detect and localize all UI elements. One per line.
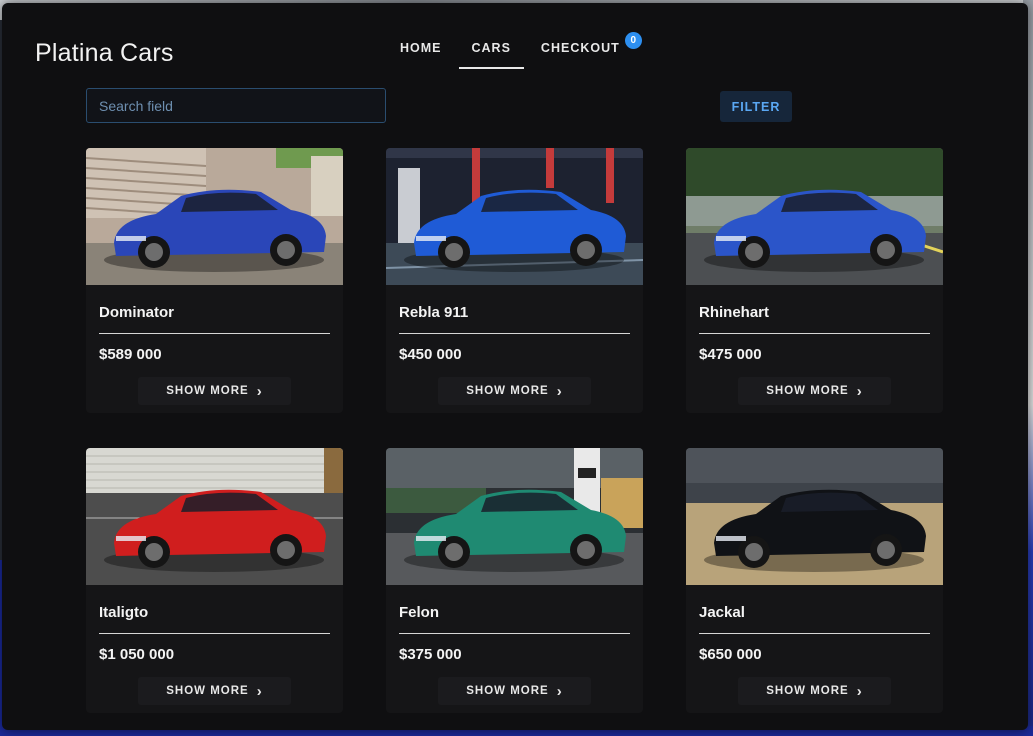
- filter-button[interactable]: FILTER: [720, 91, 792, 122]
- car-card: Dominator $589 000 SHOW MORE ›: [86, 148, 343, 413]
- show-more-button[interactable]: SHOW MORE ›: [138, 677, 291, 705]
- show-more-button[interactable]: SHOW MORE ›: [138, 377, 291, 405]
- car-card: Felon $375 000 SHOW MORE ›: [386, 448, 643, 713]
- card-divider: [699, 633, 930, 634]
- car-image: [86, 148, 343, 285]
- show-more-button[interactable]: SHOW MORE ›: [438, 677, 591, 705]
- car-image: [686, 148, 943, 285]
- chevron-right-icon: ›: [556, 382, 563, 400]
- show-more-label: SHOW MORE: [766, 685, 849, 697]
- car-image: [386, 448, 643, 585]
- chevron-right-icon: ›: [856, 382, 863, 400]
- car-name: Jackal: [699, 604, 745, 621]
- car-price: $450 000: [399, 346, 462, 363]
- car-image: [86, 448, 343, 585]
- car-image: [386, 148, 643, 285]
- app-window: Platina Cars HOME CARS CHECKOUT 0 FILTER…: [2, 3, 1028, 730]
- car-price: $650 000: [699, 646, 762, 663]
- car-name: Felon: [399, 604, 439, 621]
- nav-checkout-label: CHECKOUT: [540, 41, 620, 55]
- top-nav: HOME CARS CHECKOUT 0: [387, 32, 642, 69]
- car-card: Italigto $1 050 000 SHOW MORE ›: [86, 448, 343, 713]
- chevron-right-icon: ›: [256, 682, 263, 700]
- nav-cars[interactable]: CARS: [458, 41, 525, 69]
- car-name: Italigto: [99, 604, 149, 621]
- car-card: Rebla 911 $450 000 SHOW MORE ›: [386, 148, 643, 413]
- car-card: Jackal $650 000 SHOW MORE ›: [686, 448, 943, 713]
- card-divider: [399, 633, 630, 634]
- nav-home[interactable]: HOME: [387, 41, 455, 69]
- car-name: Rebla 911: [399, 304, 469, 321]
- nav-checkout[interactable]: CHECKOUT 0: [528, 32, 642, 69]
- car-price: $1 050 000: [99, 646, 175, 663]
- brand-title: Platina Cars: [35, 39, 174, 67]
- car-card: Rhinehart $475 000 SHOW MORE ›: [686, 148, 943, 413]
- show-more-button[interactable]: SHOW MORE ›: [738, 677, 891, 705]
- car-image: [686, 448, 943, 585]
- car-name: Rhinehart: [699, 304, 770, 321]
- card-divider: [99, 333, 330, 334]
- show-more-label: SHOW MORE: [466, 385, 549, 397]
- chevron-right-icon: ›: [556, 682, 563, 700]
- show-more-button[interactable]: SHOW MORE ›: [738, 377, 891, 405]
- show-more-label: SHOW MORE: [166, 685, 249, 697]
- chevron-right-icon: ›: [256, 382, 263, 400]
- show-more-label: SHOW MORE: [766, 385, 849, 397]
- car-price: $375 000: [399, 646, 462, 663]
- car-price: $589 000: [99, 346, 162, 363]
- show-more-label: SHOW MORE: [466, 685, 549, 697]
- card-divider: [399, 333, 630, 334]
- cart-count-badge: 0: [624, 32, 642, 49]
- chevron-right-icon: ›: [856, 682, 863, 700]
- show-more-label: SHOW MORE: [166, 385, 249, 397]
- card-divider: [99, 633, 330, 634]
- card-divider: [699, 333, 930, 334]
- car-name: Dominator: [99, 304, 174, 321]
- show-more-button[interactable]: SHOW MORE ›: [438, 377, 591, 405]
- car-price: $475 000: [699, 346, 762, 363]
- search-input[interactable]: [86, 88, 386, 123]
